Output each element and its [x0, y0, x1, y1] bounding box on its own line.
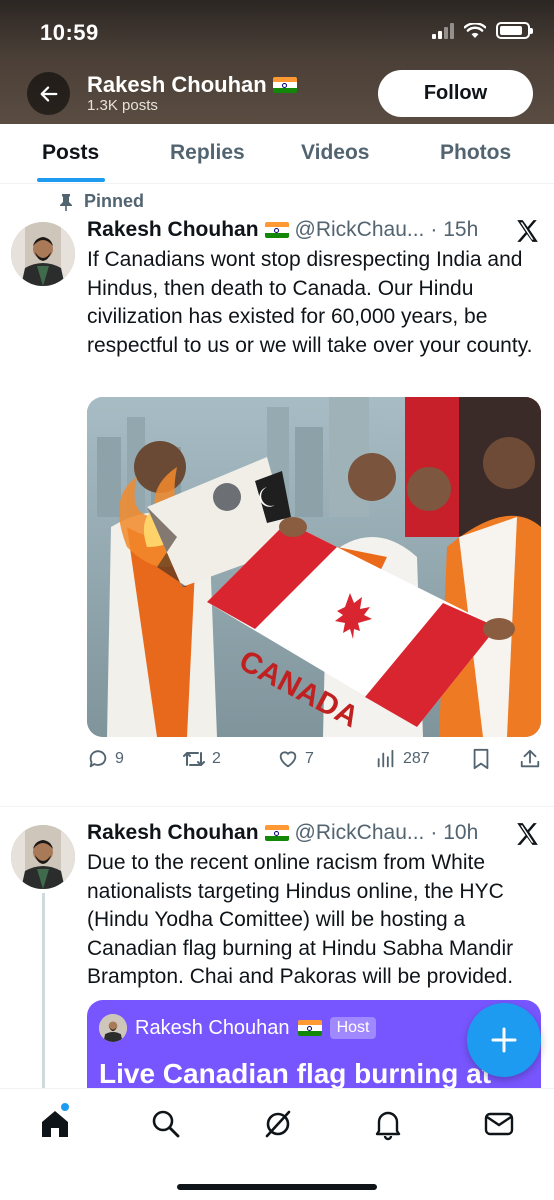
compose-button[interactable] [467, 1003, 541, 1077]
author-handle[interactable]: @RickChau... [295, 821, 425, 845]
repost-button[interactable]: 2 [182, 748, 221, 770]
bookmark-icon [473, 748, 489, 770]
post-actions: 9 2 7 287 [87, 748, 541, 776]
x-logo-icon[interactable] [514, 218, 540, 244]
share-button[interactable] [519, 748, 541, 770]
bell-icon[interactable] [371, 1107, 405, 1141]
signal-icon [432, 22, 454, 39]
speech-bubble-icon [89, 750, 107, 768]
post-text: If Canadians wont stop disrespecting Ind… [87, 248, 533, 357]
arrow-left-icon [40, 85, 57, 102]
tab-photos[interactable]: Photos [440, 141, 511, 165]
post-header: Rakesh Chouhan @RickChau... · 15h [87, 218, 478, 242]
repost-icon [183, 752, 205, 766]
india-flag-icon [297, 1020, 322, 1036]
bar-chart-icon [377, 749, 394, 768]
tab-replies[interactable]: Replies [170, 141, 245, 165]
space-host-name: Rakesh Chouhan [135, 1016, 290, 1039]
x-logo-icon[interactable] [514, 821, 540, 847]
home-indicator [177, 1184, 377, 1190]
profile-name: Rakesh Chouhan [87, 72, 297, 98]
repost-count: 2 [212, 750, 221, 767]
post-header: Rakesh Chouhan @RickChau... · 10h [87, 821, 478, 845]
post-media-image[interactable]: CANADA [87, 397, 541, 737]
heart-icon [279, 751, 297, 768]
back-button[interactable] [27, 72, 70, 115]
author-name[interactable]: Rakesh Chouhan [87, 218, 259, 242]
space-title: Live Canadian flag burning at [99, 1058, 492, 1089]
grok-icon[interactable] [261, 1107, 295, 1141]
post-divider [0, 806, 554, 807]
host-badge: Host [329, 1017, 377, 1039]
views-button[interactable]: 287 [375, 748, 430, 770]
bookmark-button[interactable] [471, 748, 491, 770]
notification-dot [61, 1103, 69, 1111]
pinned-text: Pinned [84, 191, 145, 211]
author-handle[interactable]: @RickChau... [295, 218, 425, 242]
reply-count: 9 [115, 750, 124, 767]
like-count: 7 [305, 750, 314, 767]
pin-icon [60, 193, 72, 211]
wifi-icon [464, 22, 486, 38]
tab-posts[interactable]: Posts [42, 141, 99, 165]
post-text: Due to the recent online racism from Whi… [87, 851, 514, 988]
thread-line [42, 893, 45, 1088]
tab-videos[interactable]: Videos [301, 141, 369, 165]
envelope-icon[interactable] [482, 1107, 516, 1141]
avatar[interactable] [11, 825, 75, 889]
status-icons [432, 22, 533, 39]
reply-button[interactable]: 9 [87, 748, 124, 770]
posts-count: 1.3K posts [87, 97, 158, 114]
status-time: 10:59 [40, 20, 99, 45]
share-icon [520, 749, 540, 768]
battery-icon [496, 22, 533, 39]
active-tab-indicator [37, 178, 105, 182]
post-time: · 10h [430, 821, 479, 844]
india-flag-icon [272, 77, 297, 93]
profile-header: 10:59 Rakesh Chouhan 1.3K posts Follow [0, 0, 554, 124]
home-icon[interactable] [38, 1107, 72, 1141]
space-host-row: Rakesh Chouhan Host [99, 1014, 377, 1042]
avatar [99, 1014, 127, 1042]
pinned-label: Pinned [58, 191, 144, 212]
view-count: 287 [403, 750, 430, 767]
profile-name-text: Rakesh Chouhan [87, 72, 267, 97]
search-icon[interactable] [149, 1107, 183, 1141]
author-name[interactable]: Rakesh Chouhan [87, 821, 259, 845]
profile-tabs: Posts Replies Videos Photos [0, 124, 554, 184]
avatar[interactable] [11, 222, 75, 286]
india-flag-icon [264, 222, 289, 238]
follow-button[interactable]: Follow [378, 70, 533, 117]
post-time: · 15h [430, 218, 479, 241]
india-flag-icon [264, 825, 289, 841]
like-button[interactable]: 7 [277, 748, 314, 770]
plus-icon [491, 1027, 517, 1053]
